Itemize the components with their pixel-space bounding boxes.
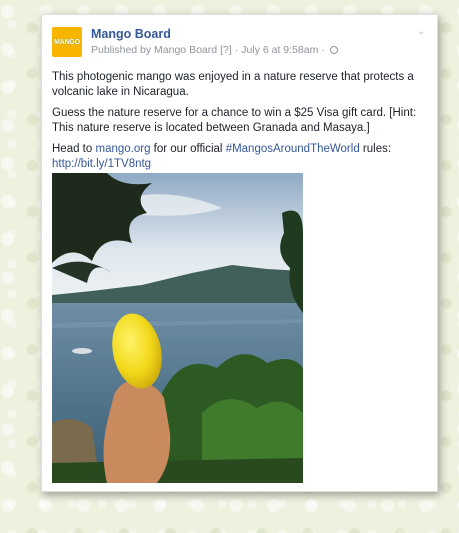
post-paragraph-2: Guess the nature reserve for a chance to… bbox=[52, 107, 417, 134]
page-avatar[interactable]: MANGO bbox=[52, 27, 82, 57]
post-paragraph-1: This photogenic mango was enjoyed in a n… bbox=[52, 71, 414, 98]
published-by-text: Published by Mango Board bbox=[91, 44, 218, 56]
shortlink[interactable]: http://bit.ly/1TV8ntg bbox=[52, 158, 151, 170]
p3-suffix: rules: bbox=[359, 143, 392, 155]
p3-prefix: Head to bbox=[52, 143, 96, 155]
mango-lake-photo bbox=[52, 173, 303, 483]
avatar-logo-text: MANGO bbox=[54, 38, 80, 46]
chevron-down-icon[interactable]: ⌄ bbox=[417, 27, 427, 37]
help-marker[interactable]: [?] bbox=[220, 44, 232, 56]
globe-icon bbox=[329, 46, 338, 54]
post-meta: Published by Mango Board [?] · July 6 at… bbox=[91, 44, 338, 56]
meta-separator: · bbox=[234, 44, 239, 56]
facebook-post-card: MANGO Mango Board Published by Mango Boa… bbox=[41, 14, 438, 492]
hashtag-link[interactable]: #MangosAroundTheWorld bbox=[226, 143, 360, 155]
p3-mid: for our official bbox=[150, 143, 226, 155]
post-photo[interactable] bbox=[52, 173, 303, 483]
post-timestamp[interactable]: July 6 at 9:58am bbox=[241, 44, 318, 56]
meta-separator-2: · bbox=[321, 44, 325, 56]
mango-org-link[interactable]: mango.org bbox=[95, 143, 150, 155]
post-paragraph-3: Head to mango.org for our official #Mang… bbox=[52, 142, 427, 172]
post-body: This photogenic mango was enjoyed in a n… bbox=[52, 70, 427, 178]
page-name-link[interactable]: Mango Board bbox=[91, 27, 171, 41]
